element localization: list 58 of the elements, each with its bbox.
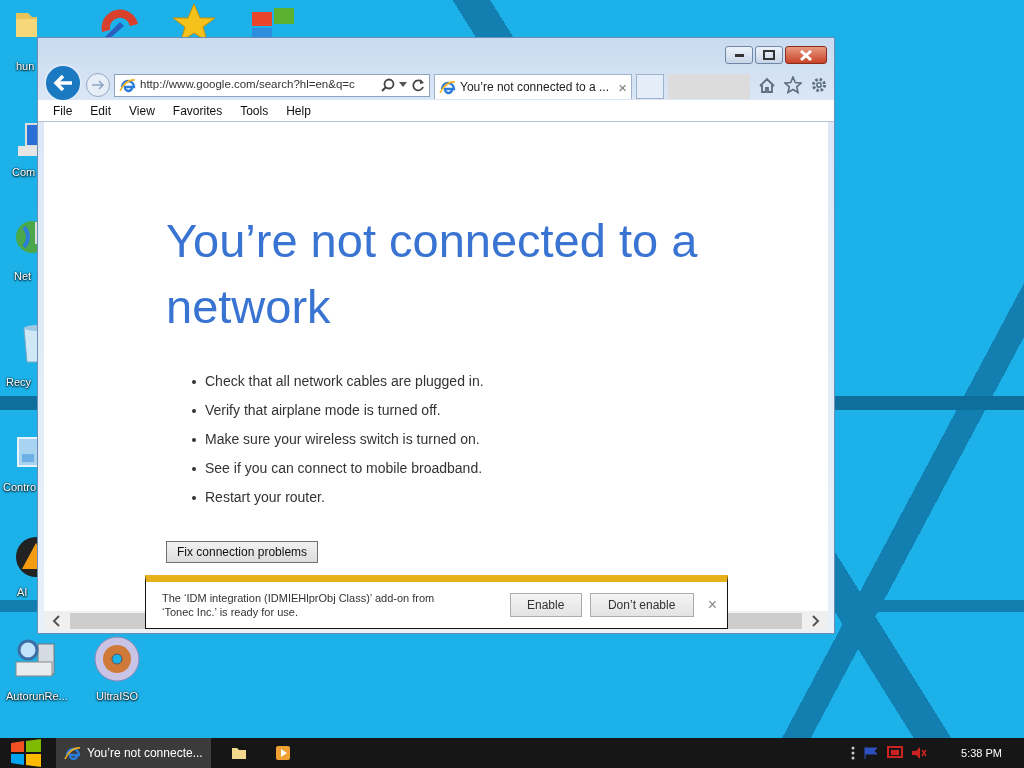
tip-text: See if you can connect to mobile broadband. (205, 459, 483, 478)
search-icon[interactable] (381, 78, 395, 92)
menu-item[interactable]: Tools (231, 101, 278, 120)
bullet-icon (192, 437, 196, 442)
notification-close-button[interactable]: × (699, 593, 717, 617)
menu-item[interactable]: View (120, 101, 164, 120)
minimize-icon (734, 53, 744, 57)
tip-text: Verify that airplane mode is turned off. (205, 401, 441, 420)
overflow-icon[interactable] (851, 746, 856, 760)
close-icon (800, 49, 812, 61)
enable-button[interactable]: Enable (509, 593, 582, 617)
clock[interactable]: 5:38 PM (961, 744, 1002, 762)
bullet-icon (192, 408, 196, 413)
browser-logo-icon (439, 78, 456, 96)
refresh-icon[interactable] (411, 78, 425, 92)
taskbar-button[interactable]: You’re not connecte... (56, 738, 211, 768)
bullet-icon (192, 466, 196, 471)
menu-item[interactable]: Favorites (163, 101, 232, 120)
browser-tab[interactable]: You’re not connected to a ... × (434, 74, 632, 99)
menu-item[interactable]: File (44, 101, 82, 120)
address-bar[interactable]: http://www.google.com/search?hl=en&q=c (114, 73, 430, 97)
menu-item[interactable]: Edit (81, 101, 121, 120)
forward-arrow-icon (90, 78, 106, 92)
back-button[interactable] (44, 64, 82, 102)
tip-text: Check that all network cables are plugged in. (205, 372, 484, 391)
browser-logo-icon (119, 76, 136, 94)
folder-icon[interactable] (231, 746, 247, 760)
address-field[interactable]: http://www.google.com/search?hl=en&q=c (140, 76, 377, 94)
close-button[interactable] (785, 46, 827, 64)
windows-logo-icon (10, 739, 42, 767)
browser-logo-icon (64, 744, 81, 762)
tip-text: Make sure your wireless switch is turned on. (205, 430, 480, 449)
tip-text: Restart your router. (205, 488, 325, 507)
bullet-icon (192, 379, 196, 384)
minimize-button[interactable] (725, 46, 753, 64)
start-button[interactable] (10, 739, 42, 767)
star-icon[interactable] (172, 3, 218, 37)
tab-close-button[interactable]: × (618, 79, 627, 95)
speaker-muted-icon[interactable] (911, 746, 928, 760)
tab-title: You’re not connected to a ... (460, 79, 609, 96)
page-heading: You’re not connected to a network (166, 213, 699, 335)
home-icon[interactable] (758, 76, 776, 94)
fix-connection-button[interactable]: Fix connection problems (166, 541, 319, 563)
scroll-left-icon[interactable] (52, 615, 60, 627)
star-icon[interactable] (784, 76, 802, 94)
disc-icon[interactable] (94, 636, 140, 682)
bullet-icon (192, 495, 196, 500)
settings-icon[interactable] (810, 76, 828, 94)
flag-icon[interactable] (863, 746, 880, 760)
scroll-right-icon[interactable] (812, 615, 820, 627)
caret-icon[interactable] (399, 82, 407, 88)
menu-item[interactable]: Help (277, 101, 320, 120)
dont-enable-button[interactable]: Don’t enable (589, 593, 694, 617)
maximize-icon (763, 50, 775, 60)
maximize-button[interactable] (755, 46, 783, 64)
media-player-icon[interactable] (275, 745, 291, 761)
notification-message: The ‘IDM integration (IDMIEHlprObj Class)’ add-on from ‘Tonec Inc.’ is ready for use. (162, 591, 436, 619)
back-arrow-icon (52, 73, 74, 93)
